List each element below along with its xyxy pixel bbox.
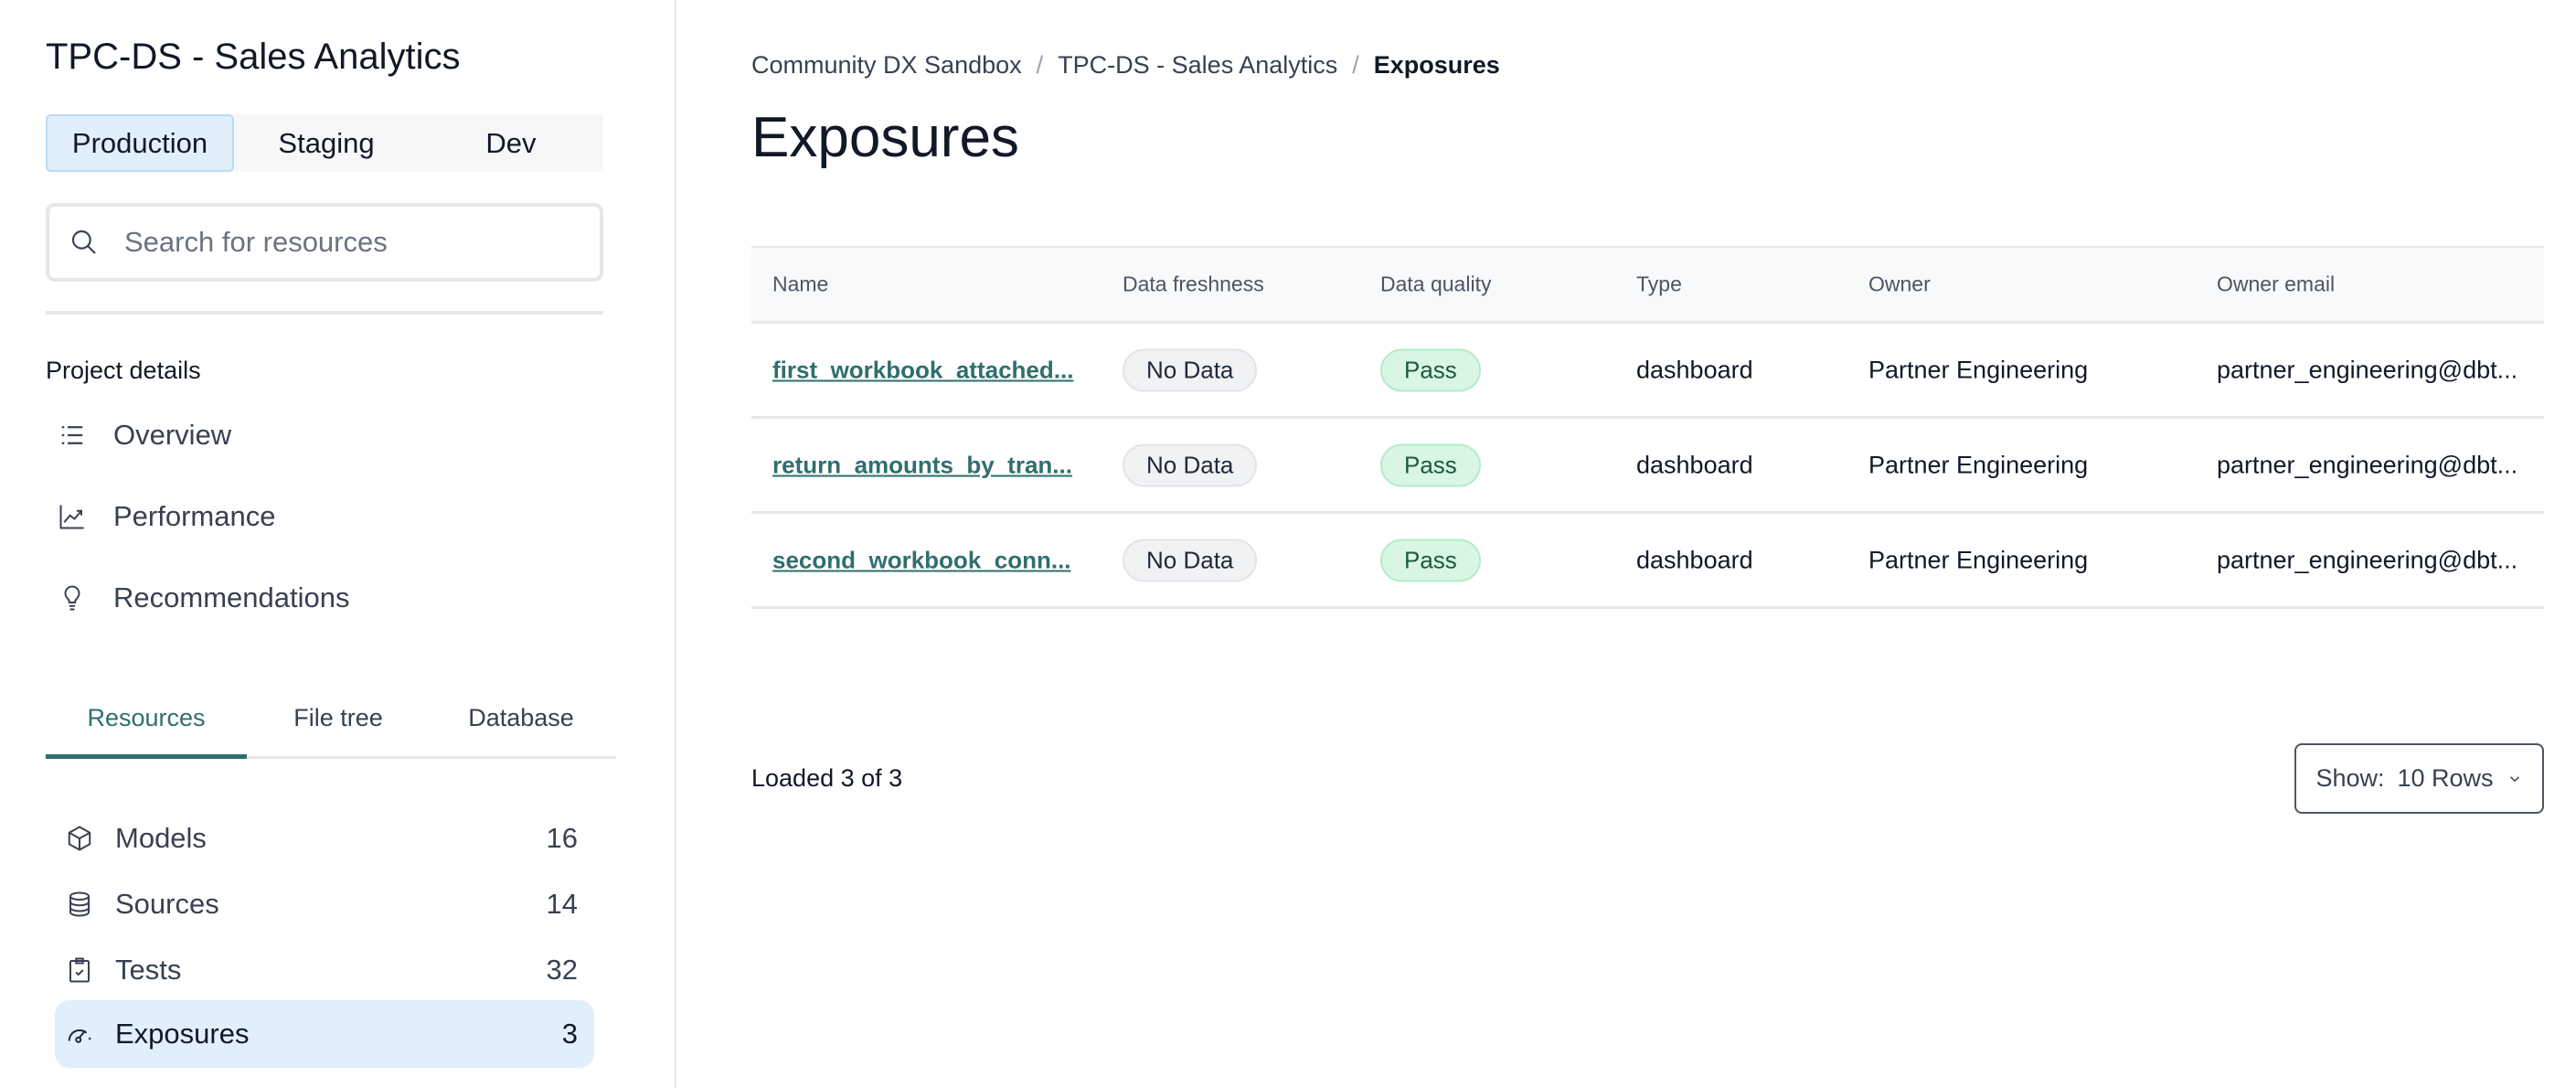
type-cell: dashboard: [1636, 356, 1753, 383]
nav-label: Recommendations: [113, 581, 350, 613]
sidebar: TPC-DS - Sales Analytics Production Stag…: [0, 0, 676, 1088]
clipboard-check-icon: [69, 957, 90, 983]
resource-label: Sources: [115, 888, 219, 920]
exposures-table: Name Data freshness Data quality Type Ow…: [751, 246, 2544, 609]
environment-switcher: Production Staging Dev: [46, 114, 603, 172]
breadcrumb-current: Exposures: [1373, 51, 1500, 79]
breadcrumb-item[interactable]: Community DX Sandbox: [751, 51, 1022, 79]
table-row[interactable]: second_workbook_conn... No Data Pass das…: [751, 514, 2544, 609]
project-details-label: Project details: [46, 357, 201, 384]
resource-label: Exposures: [115, 1018, 250, 1050]
breadcrumb-item[interactable]: TPC-DS - Sales Analytics: [1058, 51, 1337, 79]
chevron-down-icon: [2509, 775, 2519, 782]
breadcrumb: Community DX Sandbox / TPC-DS - Sales Anal…: [751, 51, 1500, 79]
owner-cell: Partner Engineering: [1868, 451, 2089, 478]
exposure-name-link[interactable]: second_workbook_conn...: [772, 546, 1071, 574]
resource-count: 14: [546, 888, 578, 920]
owner-cell: Partner Engineering: [1868, 356, 2089, 383]
show-value: 10 Rows: [2397, 764, 2494, 792]
project-title: TPC-DS - Sales Analytics: [46, 37, 461, 77]
owner-email-cell: partner_engineering@dbt...: [2217, 451, 2518, 478]
resource-item-tests[interactable]: Tests 32: [55, 936, 594, 1004]
gauge-icon: [68, 1029, 91, 1043]
freshness-badge: No Data: [1123, 539, 1258, 581]
table-header: Name Data freshness Data quality Type Ow…: [751, 248, 2544, 324]
nav-label: Performance: [113, 500, 276, 532]
owner-email-cell: partner_engineering@dbt...: [2217, 546, 2518, 573]
resource-count: 16: [546, 822, 578, 854]
resource-item-sources[interactable]: Sources 14: [55, 870, 594, 938]
search-input[interactable]: Search for resources: [46, 203, 603, 282]
exposure-name-link[interactable]: return_amounts_by_tran...: [772, 451, 1072, 479]
tab-resources[interactable]: Resources: [46, 695, 247, 759]
nav-label: Overview: [113, 419, 232, 451]
column-header[interactable]: Type: [1636, 272, 1682, 297]
resource-label: Models: [115, 822, 207, 854]
nav-overview[interactable]: Overview: [59, 419, 231, 452]
page-title: Exposures: [751, 106, 1019, 169]
show-label: Show:: [2315, 764, 2385, 792]
search-icon: [71, 229, 96, 254]
loaded-count: Loaded 3 of 3: [751, 764, 903, 792]
freshness-badge: No Data: [1123, 443, 1258, 486]
resource-item-models[interactable]: Models 16: [55, 805, 594, 872]
tab-database[interactable]: Database: [430, 695, 612, 756]
lightbulb-icon: [64, 585, 80, 611]
rows-per-page-select[interactable]: Show: 10 Rows: [2294, 743, 2544, 814]
env-tab-production[interactable]: Production: [46, 114, 234, 172]
exposure-name-link[interactable]: first_workbook_attached...: [772, 356, 1073, 384]
cube-icon: [68, 826, 91, 851]
list-icon: [61, 426, 83, 444]
resource-tabs: Resources File tree Database: [46, 695, 616, 759]
owner-cell: Partner Engineering: [1868, 546, 2089, 573]
column-header[interactable]: Owner: [1868, 272, 1931, 297]
env-tab-staging[interactable]: Staging: [234, 114, 419, 172]
column-header[interactable]: Data quality: [1380, 272, 1491, 297]
tab-file-tree[interactable]: File tree: [247, 695, 430, 756]
column-header[interactable]: Data freshness: [1123, 272, 1264, 297]
nav-recommendations[interactable]: Recommendations: [59, 581, 349, 614]
resource-count: 32: [546, 954, 578, 986]
table-row[interactable]: first_workbook_attached... No Data Pass …: [751, 324, 2544, 419]
owner-email-cell: partner_engineering@dbt...: [2217, 356, 2518, 383]
search-placeholder: Search for resources: [124, 226, 388, 258]
chart-line-icon: [59, 505, 84, 529]
resource-label: Tests: [115, 954, 182, 986]
divider: [46, 311, 603, 315]
table-row[interactable]: return_amounts_by_tran... No Data Pass d…: [751, 419, 2544, 514]
quality-badge: Pass: [1380, 539, 1481, 581]
env-tab-dev[interactable]: Dev: [419, 114, 603, 172]
database-icon: [69, 891, 90, 917]
quality-badge: Pass: [1380, 443, 1481, 486]
freshness-badge: No Data: [1123, 348, 1258, 391]
quality-badge: Pass: [1380, 348, 1481, 391]
nav-performance[interactable]: Performance: [59, 500, 275, 533]
type-cell: dashboard: [1636, 451, 1753, 478]
column-header[interactable]: Name: [772, 272, 828, 297]
column-header[interactable]: Owner email: [2217, 272, 2335, 297]
resource-count: 3: [561, 1018, 578, 1050]
resource-item-exposures[interactable]: Exposures 3: [55, 1000, 594, 1068]
type-cell: dashboard: [1636, 546, 1753, 573]
